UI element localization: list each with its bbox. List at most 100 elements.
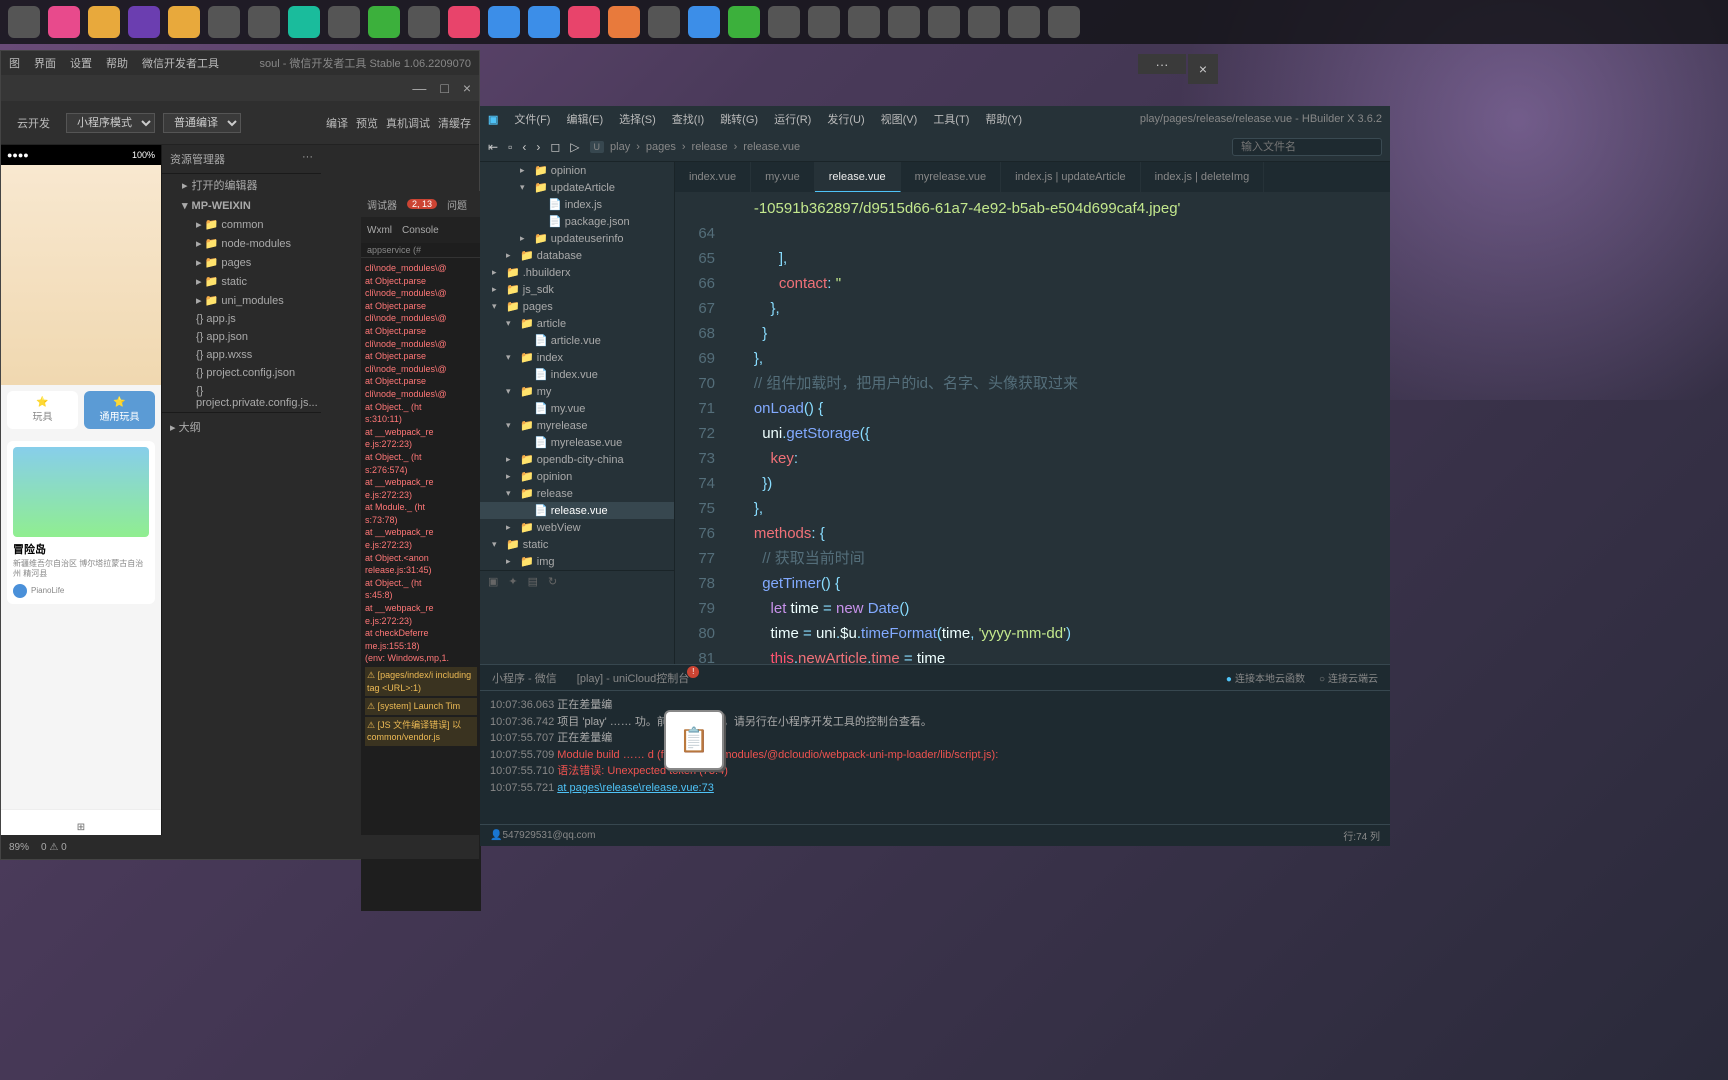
taskbar-app[interactable] <box>168 6 200 38</box>
clear-cache-button[interactable]: 清缓存 <box>438 115 471 131</box>
editor-tab[interactable]: index.js | updateArticle <box>1001 162 1140 192</box>
taskbar-app[interactable] <box>288 6 320 38</box>
taskbar-app[interactable] <box>1048 6 1080 38</box>
taskbar-app[interactable] <box>248 6 280 38</box>
floating-widget-icon[interactable]: 📋 <box>664 710 724 770</box>
menu-help[interactable]: 帮助(Y) <box>985 111 1022 127</box>
folder-item[interactable]: ▾ 📁 myrelease <box>480 417 674 434</box>
folder-item[interactable]: ▸ 📁 opendb-city-china <box>480 451 674 468</box>
folder-item[interactable]: ▸ 📁 js_sdk <box>480 281 674 298</box>
menu-item[interactable]: 界面 <box>34 55 56 71</box>
taskbar-app[interactable] <box>568 6 600 38</box>
sidebar-tool-icon[interactable]: ✦ <box>508 575 517 588</box>
sidebar-tool-icon[interactable]: ▤ <box>528 575 538 588</box>
file-item[interactable]: 📄 article.vue <box>480 332 674 349</box>
wxml-tab[interactable]: Wxml <box>367 225 392 236</box>
console-tab[interactable]: Console <box>402 225 439 236</box>
sidebar-tool-icon[interactable]: ▣ <box>488 575 498 588</box>
more-icon[interactable]: ··· <box>302 151 313 167</box>
folder-item[interactable]: ▸ 📁 .hbuilderx <box>480 264 674 281</box>
sidebar-tool-icon[interactable]: ↻ <box>548 575 557 588</box>
folder-item[interactable]: ▸ 📁 webView <box>480 519 674 536</box>
console-output[interactable]: cli\node_modules\@ at Object.parsecli\no… <box>361 258 481 818</box>
tree-item[interactable]: ▸ 📁 static <box>162 272 321 291</box>
menu-goto[interactable]: 跳转(G) <box>720 111 758 127</box>
mode-select[interactable]: 小程序模式 <box>66 113 155 133</box>
sim-tab-active[interactable]: ⭐通用玩具 <box>84 391 155 429</box>
menu-item[interactable]: 微信开发者工具 <box>142 55 219 71</box>
terminal-output[interactable]: 10:07:36.063 正在差量编10:07:36.742 项目 'play'… <box>480 691 1390 802</box>
nav-forward-icon[interactable]: › <box>536 140 540 154</box>
file-item[interactable]: 📄 index.js <box>480 196 674 213</box>
tree-item[interactable]: ▸ 📁 common <box>162 215 321 234</box>
folder-item[interactable]: ▾ 📁 index <box>480 349 674 366</box>
taskbar-app[interactable] <box>808 6 840 38</box>
folder-item[interactable]: ▾ 📁 pages <box>480 298 674 315</box>
open-editors-section[interactable]: ▸ 打开的编辑器 <box>162 174 321 196</box>
tree-item[interactable]: {} project.private.config.js... <box>162 382 321 412</box>
close-button[interactable]: × <box>463 80 471 96</box>
sim-card[interactable]: 冒险岛 新疆维吾尔自治区 博尔塔拉蒙古自治州 精河县 PianoLife <box>7 441 155 604</box>
taskbar-app[interactable] <box>208 6 240 38</box>
tree-item[interactable]: {} app.js <box>162 310 321 328</box>
taskbar-app[interactable] <box>608 6 640 38</box>
taskbar-app[interactable] <box>688 6 720 38</box>
file-item[interactable]: 📄 package.json <box>480 213 674 230</box>
taskbar-app[interactable] <box>88 6 120 38</box>
folder-item[interactable]: ▾ 📁 static <box>480 536 674 553</box>
folder-item[interactable]: ▸ 📁 opinion <box>480 162 674 179</box>
folder-item[interactable]: ▸ 📁 img <box>480 553 674 570</box>
folder-item[interactable]: ▸ 📁 database <box>480 247 674 264</box>
status-user[interactable]: 547929531@qq.com <box>502 830 595 841</box>
taskbar-app[interactable] <box>488 6 520 38</box>
file-item[interactable]: 📄 index.vue <box>480 366 674 383</box>
issues-count[interactable]: 0 ⚠ 0 <box>41 842 67 853</box>
taskbar-app[interactable] <box>968 6 1000 38</box>
menu-select[interactable]: 选择(S) <box>619 111 656 127</box>
menu-item[interactable]: 帮助 <box>106 55 128 71</box>
folder-item[interactable]: ▾ 📁 article <box>480 315 674 332</box>
terminal-tab-wechat[interactable]: 小程序 - 微信 <box>492 670 557 686</box>
stop-icon[interactable]: ◻ <box>550 140 560 154</box>
menu-item[interactable]: 图 <box>9 55 20 71</box>
sim-tab[interactable]: ⭐玩具 <box>7 391 78 429</box>
taskbar-app[interactable] <box>648 6 680 38</box>
remote-debug-button[interactable]: 真机调试 <box>386 115 430 131</box>
taskbar-app[interactable] <box>128 6 160 38</box>
breadcrumb[interactable]: U play › pages › release › release.vue <box>590 141 801 153</box>
editor-tab[interactable]: my.vue <box>751 162 815 192</box>
taskbar-app[interactable] <box>1008 6 1040 38</box>
menu-tools[interactable]: 工具(T) <box>933 111 969 127</box>
taskbar-app[interactable] <box>528 6 560 38</box>
editor-tab[interactable]: release.vue <box>815 162 901 192</box>
code-editor[interactable]: 64656667686970717273747576777879808182 -… <box>675 192 1390 664</box>
file-item[interactable]: 📄 my.vue <box>480 400 674 417</box>
menu-find[interactable]: 查找(I) <box>672 111 704 127</box>
new-file-icon[interactable]: ▫ <box>508 140 512 154</box>
maximize-button[interactable]: □ <box>440 80 448 96</box>
cloud-remote-toggle[interactable]: 连接云端云 <box>1319 670 1378 685</box>
cloud-dev-button[interactable]: 云开发 <box>9 111 58 135</box>
taskbar-app[interactable] <box>928 6 960 38</box>
taskbar-app[interactable] <box>408 6 440 38</box>
taskbar-app[interactable] <box>48 6 80 38</box>
outline-section[interactable]: ▸ 大纲 <box>162 412 321 441</box>
taskbar-app[interactable] <box>368 6 400 38</box>
project-root[interactable]: ▾ MP-WEIXIN <box>162 196 321 215</box>
folder-item[interactable]: ▸ 📁 opinion <box>480 468 674 485</box>
menu-publish[interactable]: 发行(U) <box>827 111 864 127</box>
editor-tab[interactable]: index.js | deleteImg <box>1141 162 1265 192</box>
menu-view[interactable]: 视图(V) <box>881 111 918 127</box>
context-select[interactable]: appservice (# <box>367 245 421 255</box>
nav-back-icon[interactable]: ‹ <box>522 140 526 154</box>
tree-item[interactable]: {} app.wxss <box>162 346 321 364</box>
popup-menu[interactable]: ··· <box>1138 54 1186 74</box>
menu-run[interactable]: 运行(R) <box>774 111 811 127</box>
editor-tab[interactable]: index.vue <box>675 162 751 192</box>
file-search-input[interactable] <box>1232 138 1382 156</box>
tree-item[interactable]: ▸ 📁 uni_modules <box>162 291 321 310</box>
menu-edit[interactable]: 编辑(E) <box>566 111 603 127</box>
tree-item[interactable]: {} app.json <box>162 328 321 346</box>
folder-item[interactable]: ▾ 📁 release <box>480 485 674 502</box>
tree-item[interactable]: {} project.config.json <box>162 364 321 382</box>
